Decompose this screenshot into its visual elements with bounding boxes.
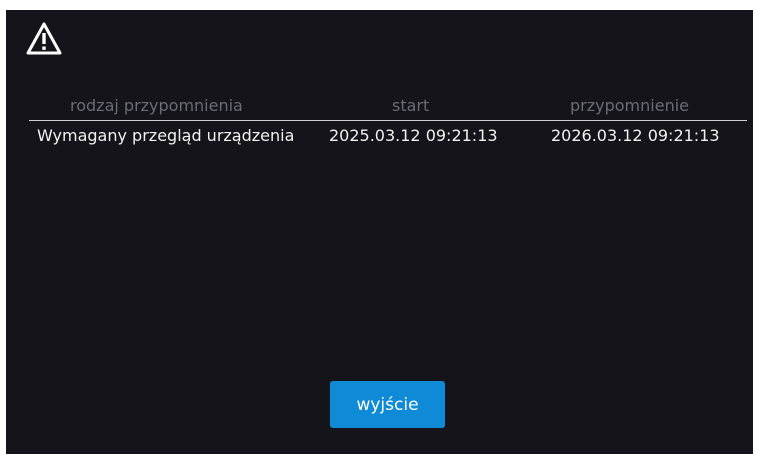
start-date-cell: 2025.03.12 09:21:13 bbox=[329, 126, 498, 145]
reminder-date-cell: 2026.03.12 09:21:13 bbox=[551, 126, 720, 145]
table-row[interactable]: Wymagany przegląd urządzenia 2025.03.12 … bbox=[6, 126, 753, 150]
column-header-start: start bbox=[392, 96, 430, 115]
reminder-type-cell: Wymagany przegląd urządzenia bbox=[37, 126, 295, 145]
warning-icon bbox=[26, 22, 62, 55]
exit-button[interactable]: wyjście bbox=[330, 381, 445, 428]
header-divider bbox=[29, 120, 747, 121]
column-header-reminder-type: rodzaj przypomnienia bbox=[70, 96, 243, 115]
reminders-screen: rodzaj przypomnienia start przypomnienie… bbox=[6, 10, 753, 454]
column-header-reminder: przypomnienie bbox=[570, 96, 689, 115]
